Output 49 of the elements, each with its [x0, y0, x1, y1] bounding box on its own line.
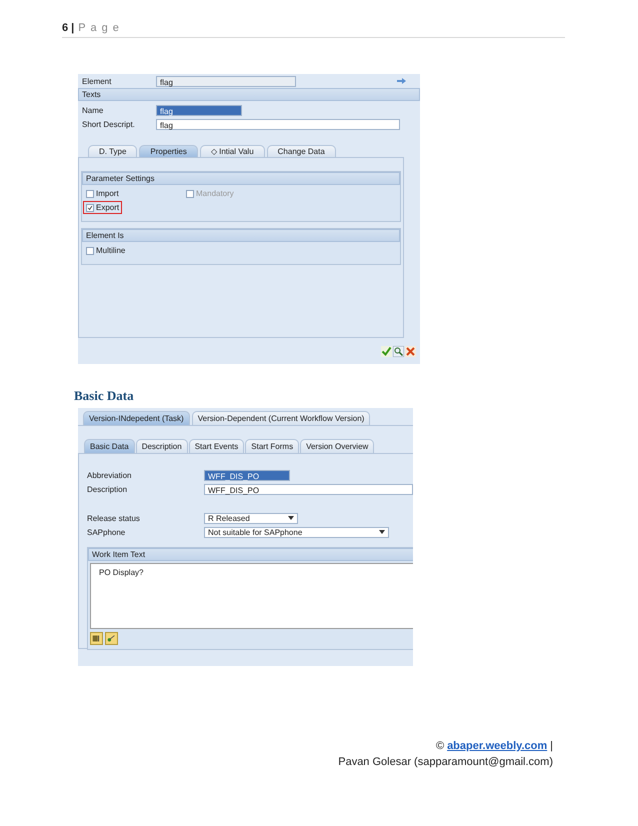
display-field: flag: [156, 76, 296, 86]
checkbox[interactable]: [86, 190, 94, 198]
dropdown-field[interactable]: Not suitable for SAPphone: [204, 526, 389, 538]
tab[interactable]: Description: [136, 439, 188, 453]
dropdown-field[interactable]: R Released: [204, 512, 298, 524]
checkbox[interactable]: [86, 204, 94, 212]
field-label: Element: [82, 76, 112, 86]
field-label: Abbreviation: [87, 470, 132, 480]
checkbox-option[interactable]: Import: [84, 188, 121, 199]
group-header: Parameter Settings: [82, 172, 400, 185]
tab[interactable]: ◇ Intial Valu: [200, 145, 265, 157]
caret-icon: [288, 516, 294, 520]
tab[interactable]: Start Events: [188, 439, 244, 453]
tab[interactable]: Version-INdepedent (Task): [83, 411, 190, 425]
tab[interactable]: Start Forms: [245, 439, 300, 453]
tab[interactable]: D. Type: [88, 145, 138, 157]
tab[interactable]: Basic Data: [84, 439, 135, 453]
field-label: Description: [87, 484, 128, 494]
author-credit: Pavan Golesar (sapparamount@gmail.com): [338, 755, 553, 770]
field-label: Name: [82, 106, 104, 114]
tab[interactable]: Change Data: [266, 145, 336, 157]
close-icon[interactable]: [405, 346, 416, 356]
website-link[interactable]: abaper.weebly.com: [447, 738, 548, 754]
field-label: SAPphone: [87, 528, 126, 536]
arrow-icon[interactable]: [397, 78, 406, 84]
caret-icon: [379, 530, 385, 534]
checkbox[interactable]: [86, 246, 94, 254]
section-header: Texts: [78, 88, 420, 101]
input-field[interactable]: WFF_DIS_PO: [204, 484, 413, 494]
text-area[interactable]: PO Display?: [90, 563, 413, 629]
page-label: P a g e: [78, 22, 120, 34]
group-header: Element Is: [82, 229, 400, 242]
tab[interactable]: Version-Dependent (Current Workflow Version): [192, 411, 370, 425]
section-heading: Basic Data: [74, 388, 135, 404]
input-field[interactable]: flag: [156, 104, 242, 116]
field-label: Release status: [87, 514, 141, 522]
tab[interactable]: Properties: [139, 145, 198, 157]
copyright-sign: ©: [436, 739, 444, 754]
group-header: Work Item Text: [88, 548, 413, 561]
page-number: 6 |: [62, 22, 74, 34]
tab[interactable]: Version Overview: [300, 439, 374, 453]
separator: |: [550, 739, 553, 754]
search-icon[interactable]: [393, 346, 404, 356]
checkbox-option[interactable]: Multiline: [84, 245, 128, 256]
checkbox-option[interactable]: Export: [84, 202, 122, 213]
input-field[interactable]: flag: [156, 118, 400, 130]
check-icon[interactable]: [381, 346, 392, 356]
field-label: Short Descript.: [82, 120, 136, 128]
input-field[interactable]: WFF_DIS_PO: [204, 470, 290, 480]
